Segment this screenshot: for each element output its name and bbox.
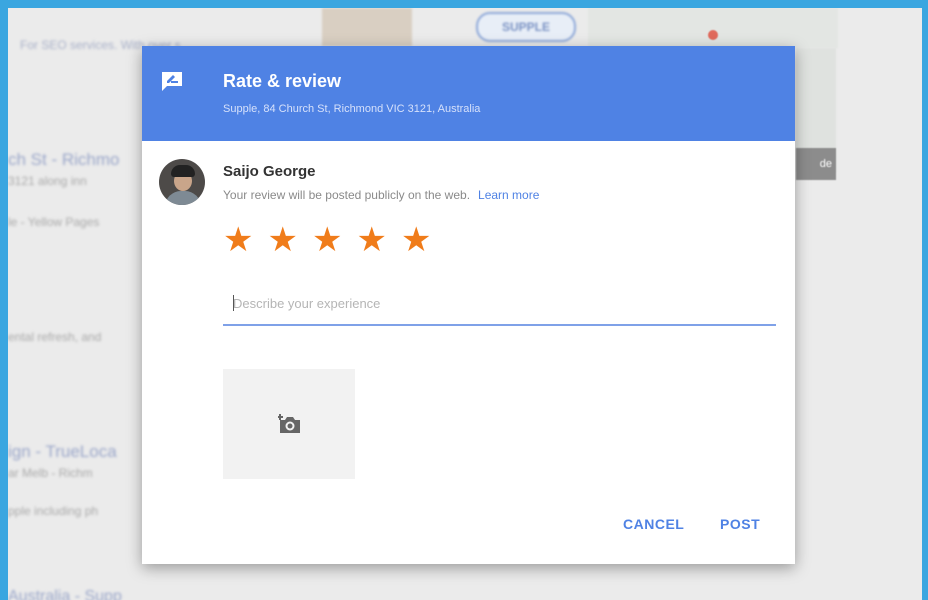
public-notice: Your review will be posted publicly on t…: [223, 188, 539, 202]
public-notice-text: Your review will be posted publicly on t…: [223, 188, 471, 202]
star-icon-5[interactable]: ★: [401, 220, 431, 260]
place-address: Supple, 84 Church St, Richmond VIC 3121,…: [223, 103, 481, 115]
avatar: [159, 159, 205, 205]
bg-map-button: de: [796, 148, 836, 180]
map-pin-icon: [708, 30, 718, 40]
bg-result-line: ar Melb - Richm: [8, 466, 93, 480]
bg-result-title: Australia - Supp: [8, 588, 122, 600]
bg-photo: [322, 8, 412, 46]
post-button[interactable]: POST: [720, 516, 760, 532]
star-icon-4[interactable]: ★: [356, 220, 386, 260]
bg-result-line: 3121 along inn: [8, 174, 87, 188]
add-photo-button[interactable]: [223, 369, 355, 479]
bg-result-line: pple including ph: [8, 504, 99, 518]
add-photo-icon: [277, 413, 302, 435]
cancel-button[interactable]: CANCEL: [623, 516, 684, 532]
review-input[interactable]: [223, 282, 776, 326]
user-name: Saijo George: [223, 163, 316, 180]
dialog-header: Rate & review Supple, 84 Church St, Rich…: [142, 46, 795, 141]
bg-result-line: ental refresh, and: [8, 330, 102, 344]
bg-sign: SUPPLE: [476, 12, 576, 42]
star-icon-3[interactable]: ★: [312, 220, 342, 260]
bg-map: [588, 8, 838, 48]
bg-result-line: le - Yellow Pages: [8, 215, 100, 229]
star-icon-1[interactable]: ★: [223, 220, 253, 260]
star-rating: ★ ★ ★ ★ ★: [223, 220, 431, 260]
star-icon-2[interactable]: ★: [267, 220, 297, 260]
bg-result-title: ch St - Richmo: [8, 150, 120, 169]
dialog-title: Rate & review: [223, 71, 342, 91]
learn-more-link[interactable]: Learn more: [478, 188, 539, 202]
rate-review-dialog: Rate & review Supple, 84 Church St, Rich…: [142, 46, 795, 564]
bg-result-title: ign - TrueLoca: [8, 442, 117, 461]
rate-review-icon: [160, 70, 184, 92]
text-cursor: [233, 295, 234, 311]
